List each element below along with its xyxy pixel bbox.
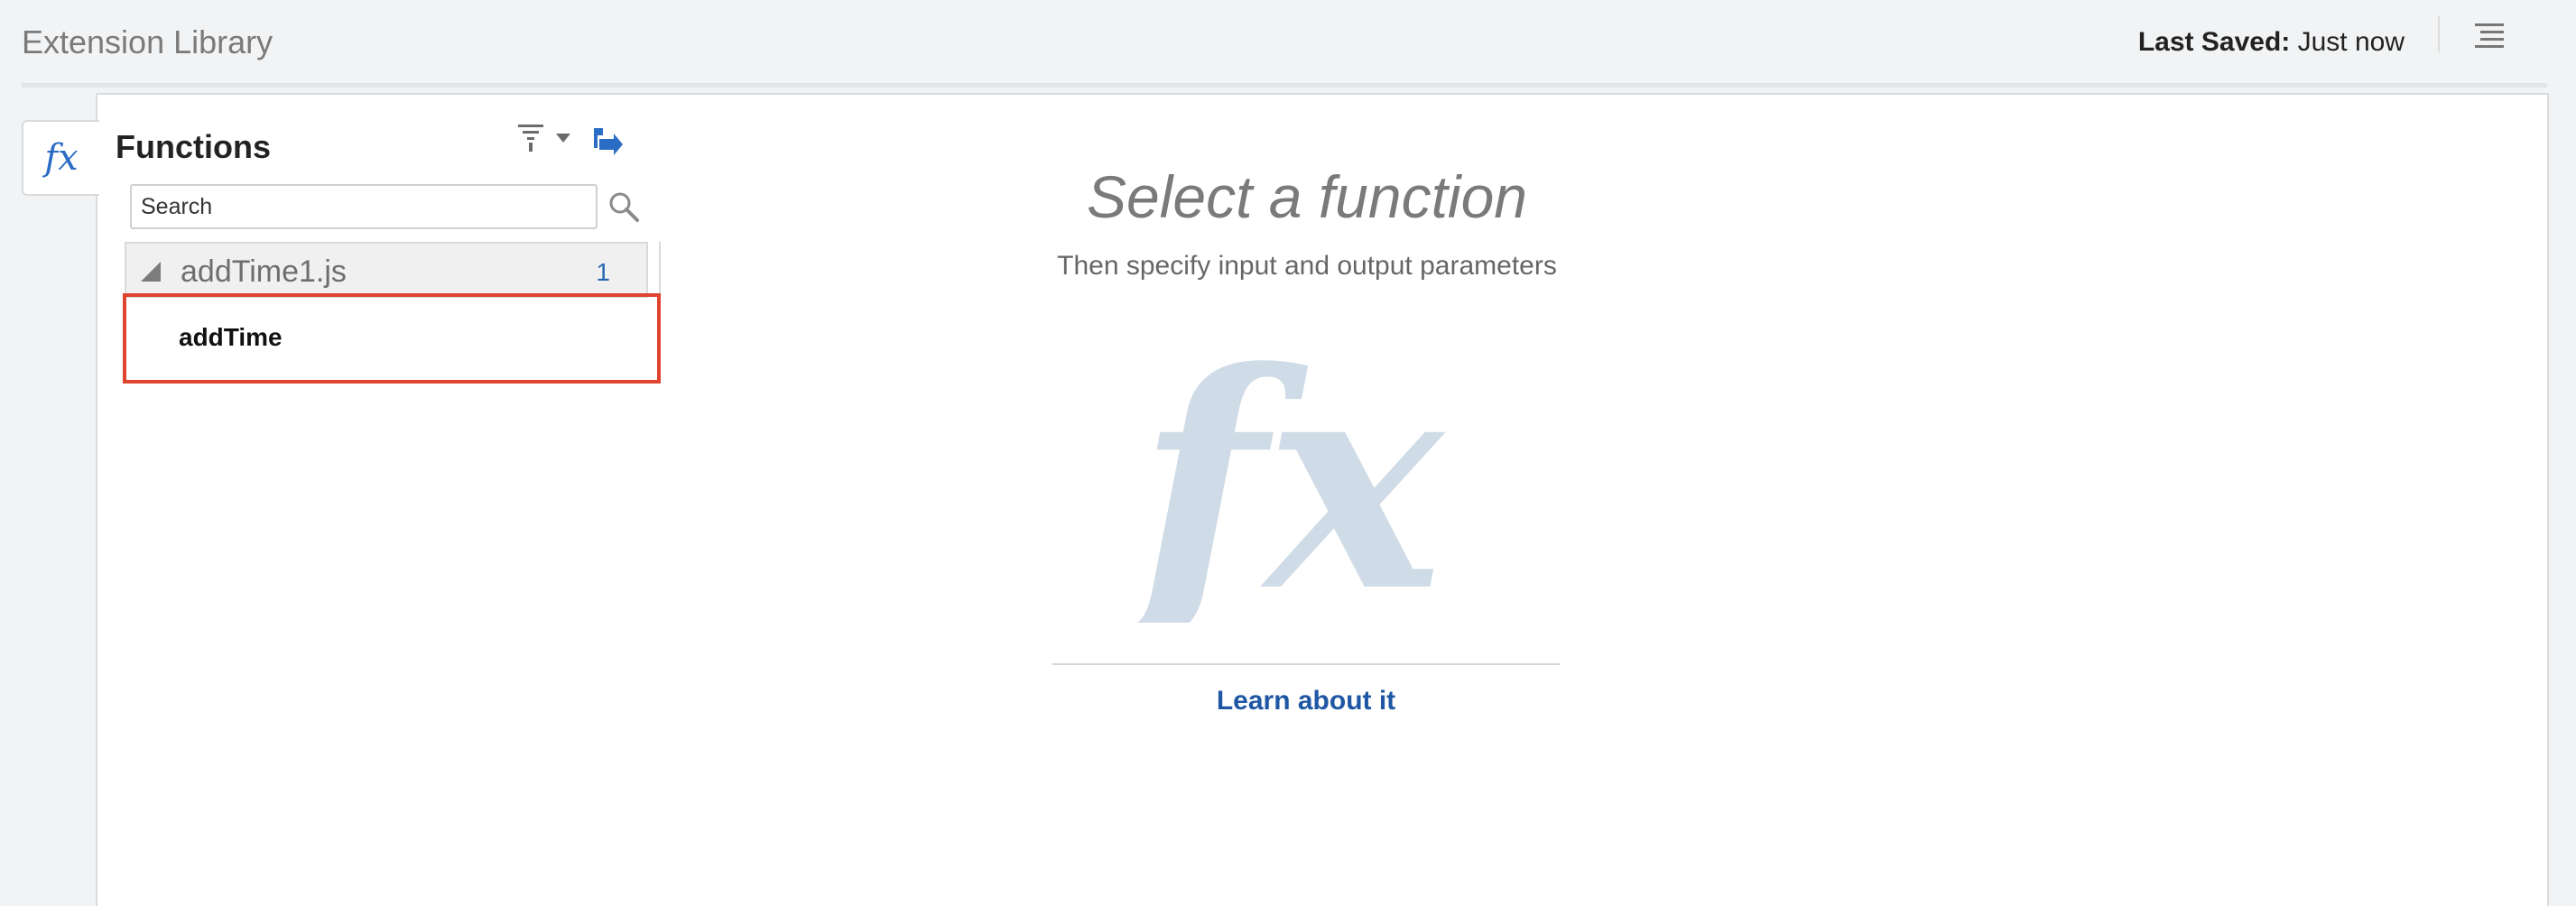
empty-state-subtitle: Then specify input and output parameters	[1057, 251, 1557, 281]
function-name: addTime	[179, 323, 283, 351]
collapse-triangle-icon[interactable]	[141, 262, 161, 282]
empty-state-divider	[1052, 663, 1560, 665]
page-title: Extension Library	[22, 23, 273, 60]
menu-button[interactable]	[2471, 20, 2507, 52]
filter-button[interactable]	[514, 121, 578, 157]
extension-library-page: Extension Library Last Saved: Just now f…	[0, 0, 2576, 906]
hamburger-menu-icon	[2475, 23, 2504, 48]
fx-watermark-icon: fx	[1128, 316, 1447, 623]
last-saved-value: Just now	[2297, 27, 2405, 57]
search-icon	[609, 192, 639, 222]
functions-tree: addTime1.js 1 addTime	[125, 242, 661, 379]
last-saved-label: Last Saved:	[2137, 27, 2291, 57]
header-divider	[2438, 16, 2440, 52]
search-button[interactable]	[607, 190, 643, 226]
tree-group-file[interactable]: addTime1.js 1	[125, 242, 648, 298]
functions-heading: Functions	[116, 128, 271, 165]
file-name: addTime1.js	[181, 254, 347, 289]
empty-state-title: Select a function	[1087, 163, 1527, 230]
import-icon	[594, 128, 623, 155]
tab-functions[interactable]: fx	[22, 120, 99, 196]
search-input[interactable]	[130, 184, 598, 229]
header-rule	[22, 83, 2547, 88]
learn-about-it-link[interactable]: Learn about it	[1052, 686, 1560, 716]
tree-item-function[interactable]: addTime	[128, 300, 646, 377]
svg-text:fx: fx	[1128, 316, 1447, 623]
import-button[interactable]	[590, 125, 625, 161]
save-status: Last Saved: Just now	[2138, 27, 2405, 58]
filter-icon	[518, 125, 570, 152]
function-count: 1	[596, 258, 610, 286]
fx-icon: fx	[44, 137, 79, 179]
